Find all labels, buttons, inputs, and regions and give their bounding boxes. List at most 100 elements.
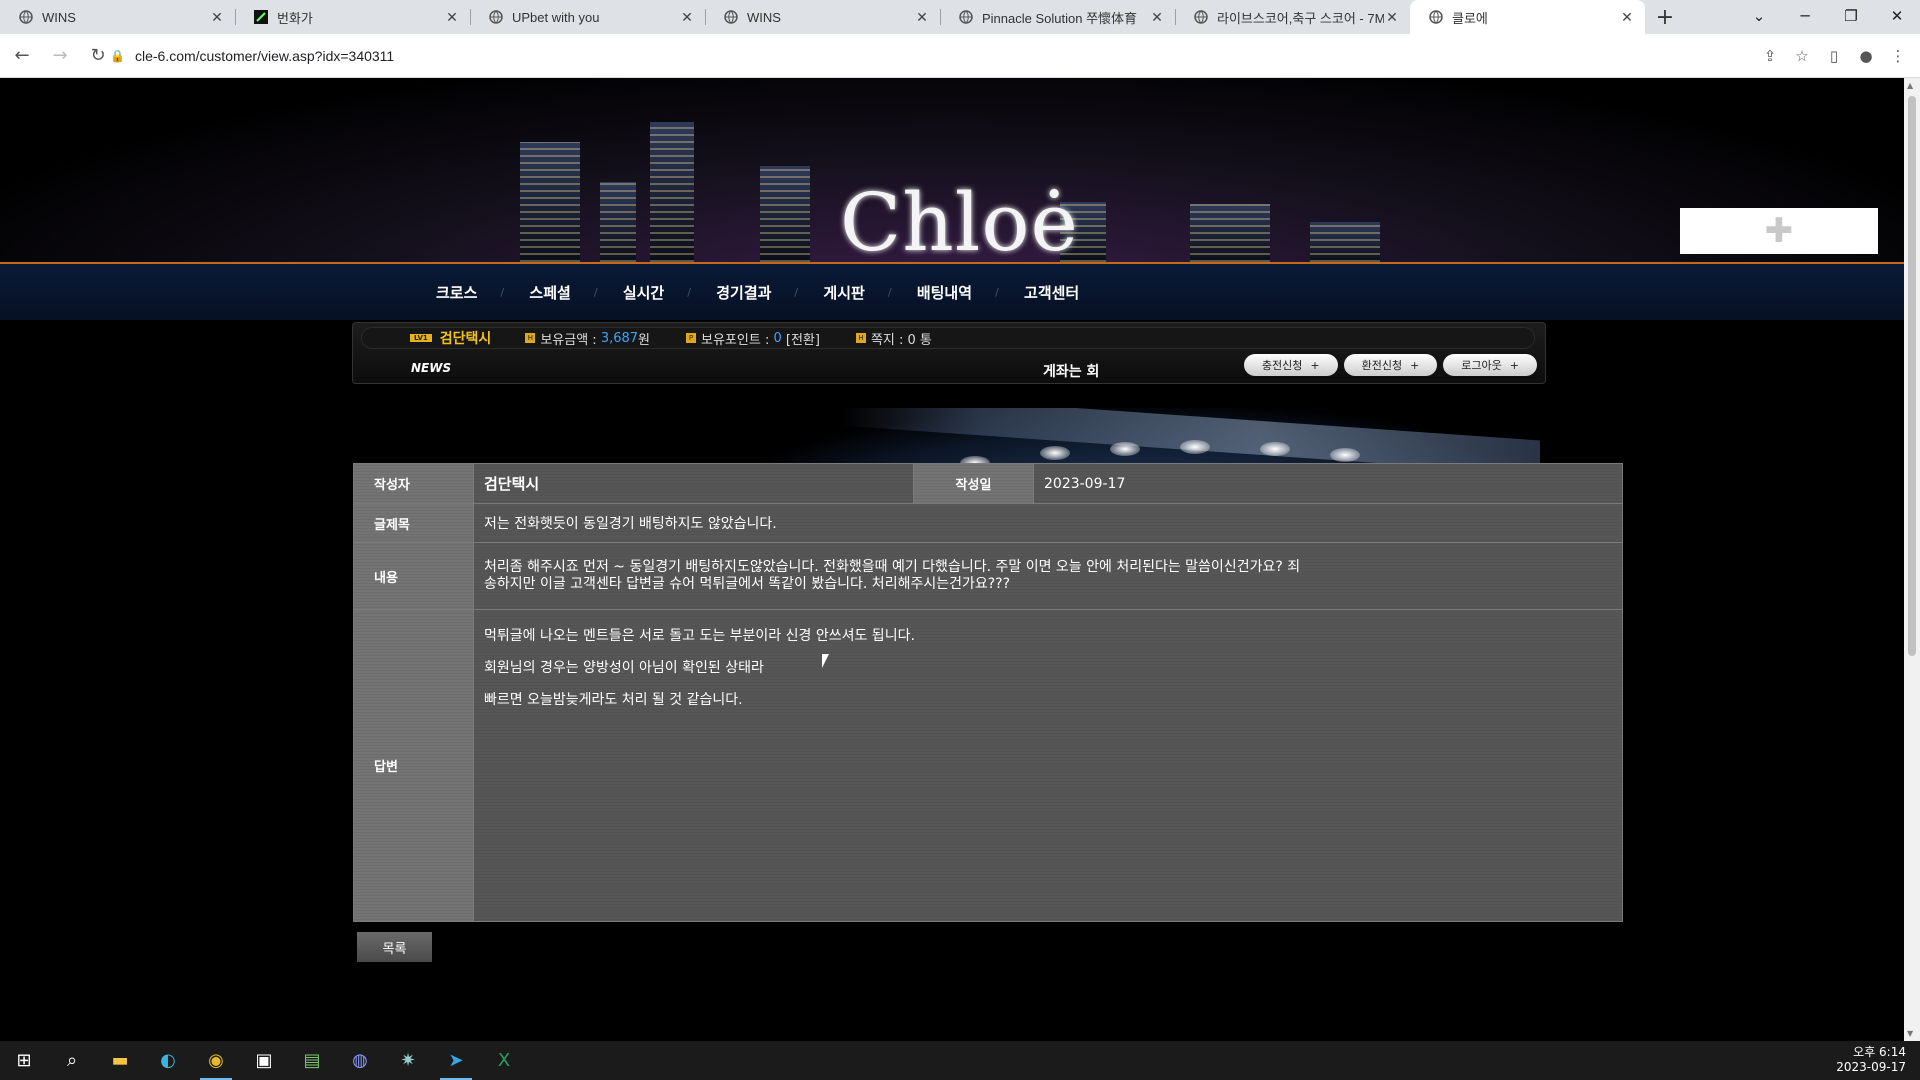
site-logo[interactable]: Chloė (840, 176, 1079, 262)
browser-tab[interactable]: 번화가 ✕ (235, 0, 470, 34)
close-icon[interactable]: ✕ (914, 9, 930, 25)
list-button[interactable]: 목록 (357, 932, 432, 962)
nav-cross[interactable]: 크로스 (410, 282, 503, 303)
close-icon[interactable]: ✕ (1149, 9, 1165, 25)
money-icon: H (525, 333, 536, 343)
tab-search-icon[interactable]: ⌄ (1736, 0, 1782, 32)
user-info-bar: LV1 검단택시 H 보유금액 : 3,687 원 P 보유포인트 : 0 [전환… (352, 322, 1546, 384)
browser-tab[interactable]: WINS ✕ (0, 0, 235, 34)
tab-title: WINS (747, 9, 781, 25)
discord-icon[interactable]: ◍ (336, 1041, 384, 1080)
author-label: 작성자 (353, 463, 474, 504)
nav-customer-center[interactable]: 고객센터 (995, 282, 1105, 303)
points-icon: P (686, 333, 697, 343)
new-tab-button[interactable]: + (1645, 0, 1685, 34)
username: 검단택시 (439, 331, 492, 347)
side-panel-icon[interactable]: ▯ (1822, 40, 1846, 72)
withdraw-button[interactable]: 환전신청 + (1343, 354, 1438, 376)
windows-taskbar: ⊞ ⌕ ▬ ◐ ◉ ▣ ▤ ◍ ✷ ➤ X 오후 6:14 2023-09-17 (0, 1041, 1920, 1080)
messages-info[interactable]: H 쪽지 : 0 통 (855, 329, 932, 348)
main-nav: 크로스 스페셜 실시간 경기결과 게시판 배팅내역 고객센터 (0, 264, 1904, 320)
post-content: 처리좀 해주시죠 먼저 ~ 동일경기 배팅하지도않았습니다. 전화했을때 예기 … (473, 542, 1623, 610)
nav-bet-history[interactable]: 배팅내역 (888, 282, 998, 303)
scroll-down-icon[interactable]: ▼ (1907, 1029, 1913, 1038)
tab-title: Pinnacle Solution 쭈懷体育 (982, 10, 1138, 26)
excel-icon[interactable]: X (480, 1041, 528, 1080)
edge-icon[interactable]: ◐ (144, 1041, 192, 1080)
nav-special[interactable]: 스페셜 (500, 282, 596, 303)
content-label: 내용 (353, 542, 474, 610)
browser-tab-active[interactable]: 클로에 ✕ (1410, 0, 1645, 34)
close-icon[interactable]: ✕ (1619, 9, 1635, 25)
minimize-icon[interactable]: ─ (1782, 0, 1828, 32)
bookmark-star-icon[interactable]: ☆ (1790, 40, 1814, 72)
store-icon[interactable]: ▣ (240, 1041, 288, 1080)
back-icon[interactable]: ← (6, 40, 38, 72)
post-title: 저는 전화햇듯이 동일경기 배팅하지도 않았습니다. (473, 503, 1623, 543)
toolbar-actions: ⇪ ☆ ▯ ● ⋮ (1758, 40, 1910, 72)
points-value: 0 (773, 330, 782, 346)
tab-title: WINS (42, 9, 76, 25)
news-ticker: 게좌는 회 (1043, 364, 1100, 380)
close-icon[interactable]: ✕ (679, 9, 695, 25)
tab-title: 번화가 (277, 10, 313, 26)
site-header-banner: Chloė ✚ (0, 78, 1904, 264)
browser-tab[interactable]: Pinnacle Solution 쭈懷体育 ✕ (940, 0, 1175, 34)
browser-tabbar: WINS ✕ 번화가 ✕ UPbet with you ✕ WINS ✕ Pin… (0, 0, 1920, 34)
share-icon[interactable]: ⇪ (1758, 40, 1782, 72)
balance-info: H 보유금액 : 3,687 원 (525, 329, 650, 348)
plus-icon: + (1310, 358, 1320, 372)
nav-live[interactable]: 실시간 (594, 282, 690, 303)
answer-line: 회원님의 경우는 양방성이 아님이 확인된 상태라 (484, 660, 764, 676)
answer-line: 먹튀글에 나오는 멘트들은 서로 돌고 도는 부분이라 신경 안쓰셔도 됩니다. (484, 628, 915, 644)
close-icon[interactable]: ✕ (444, 9, 460, 25)
level-badge: LV1 (410, 334, 432, 342)
globe-icon (1428, 9, 1444, 25)
lock-icon[interactable]: 🔒 (110, 49, 125, 63)
page-scrollbar[interactable]: ▲ ▼ (1904, 78, 1920, 1041)
title-label: 글제목 (353, 503, 474, 543)
windows-start-icon[interactable]: ⊞ (0, 1041, 48, 1080)
post-view-table: 작성자 검단택시 작성일 2023-09-17 글제목 저는 전화햇듯이 동일경… (353, 463, 1623, 922)
globe-icon (723, 9, 739, 25)
app-icon[interactable]: ▤ (288, 1041, 336, 1080)
nav-board[interactable]: 게시판 (794, 282, 890, 303)
file-explorer-icon[interactable]: ▬ (96, 1041, 144, 1080)
browser-tab[interactable]: 라이브스코어,축구 스코어 - 7M ✕ (1175, 0, 1410, 34)
balance-value: 3,687 (600, 330, 639, 346)
scroll-up-icon[interactable]: ▲ (1907, 81, 1913, 90)
search-icon[interactable]: ⌕ (48, 1041, 96, 1080)
mouse-cursor (822, 654, 829, 668)
chrome-icon[interactable]: ◉ (192, 1041, 240, 1080)
close-icon[interactable]: ✕ (1384, 9, 1400, 25)
globe-icon (488, 9, 504, 25)
close-window-icon[interactable]: ✕ (1874, 0, 1920, 32)
news-label: NEWS (411, 361, 452, 375)
globe-icon (18, 9, 34, 25)
author-value: 검단택시 (473, 463, 914, 504)
plus-icon: + (1410, 358, 1420, 372)
nav-results[interactable]: 경기결과 (687, 282, 797, 303)
close-icon[interactable]: ✕ (209, 9, 225, 25)
forward-icon[interactable]: → (44, 40, 76, 72)
window-controls: ⌄ ─ ❐ ✕ (1736, 0, 1920, 34)
plugin-placeholder: ✚ (1680, 208, 1878, 254)
globe-icon (1193, 9, 1209, 25)
deposit-button[interactable]: 충전신청 + (1243, 354, 1338, 376)
telegram-icon[interactable]: ➤ (432, 1041, 480, 1080)
date-value: 2023-09-17 (1033, 463, 1623, 504)
menu-dots-icon[interactable]: ⋮ (1886, 40, 1910, 72)
app-network-icon[interactable]: ✷ (384, 1041, 432, 1080)
url-field[interactable]: 🔒 cle-6.com/customer/view.asp?idx=340311 (110, 40, 1740, 72)
restore-icon[interactable]: ❐ (1828, 0, 1874, 32)
convert-link[interactable]: [전환] (786, 329, 820, 348)
globe-icon (958, 9, 974, 25)
browser-tab[interactable]: UPbet with you ✕ (470, 0, 705, 34)
profile-icon[interactable]: ● (1854, 40, 1878, 72)
system-clock[interactable]: 오후 6:14 2023-09-17 (1836, 1045, 1906, 1075)
browser-tab[interactable]: WINS ✕ (705, 0, 940, 34)
answer-content: 먹튀글에 나오는 멘트들은 서로 돌고 도는 부분이라 신경 안쓰셔도 됩니다.… (473, 609, 1623, 922)
date-label: 작성일 (913, 463, 1034, 504)
scroll-thumb[interactable] (1908, 96, 1916, 656)
logout-button[interactable]: 로그아웃 + (1443, 354, 1537, 376)
